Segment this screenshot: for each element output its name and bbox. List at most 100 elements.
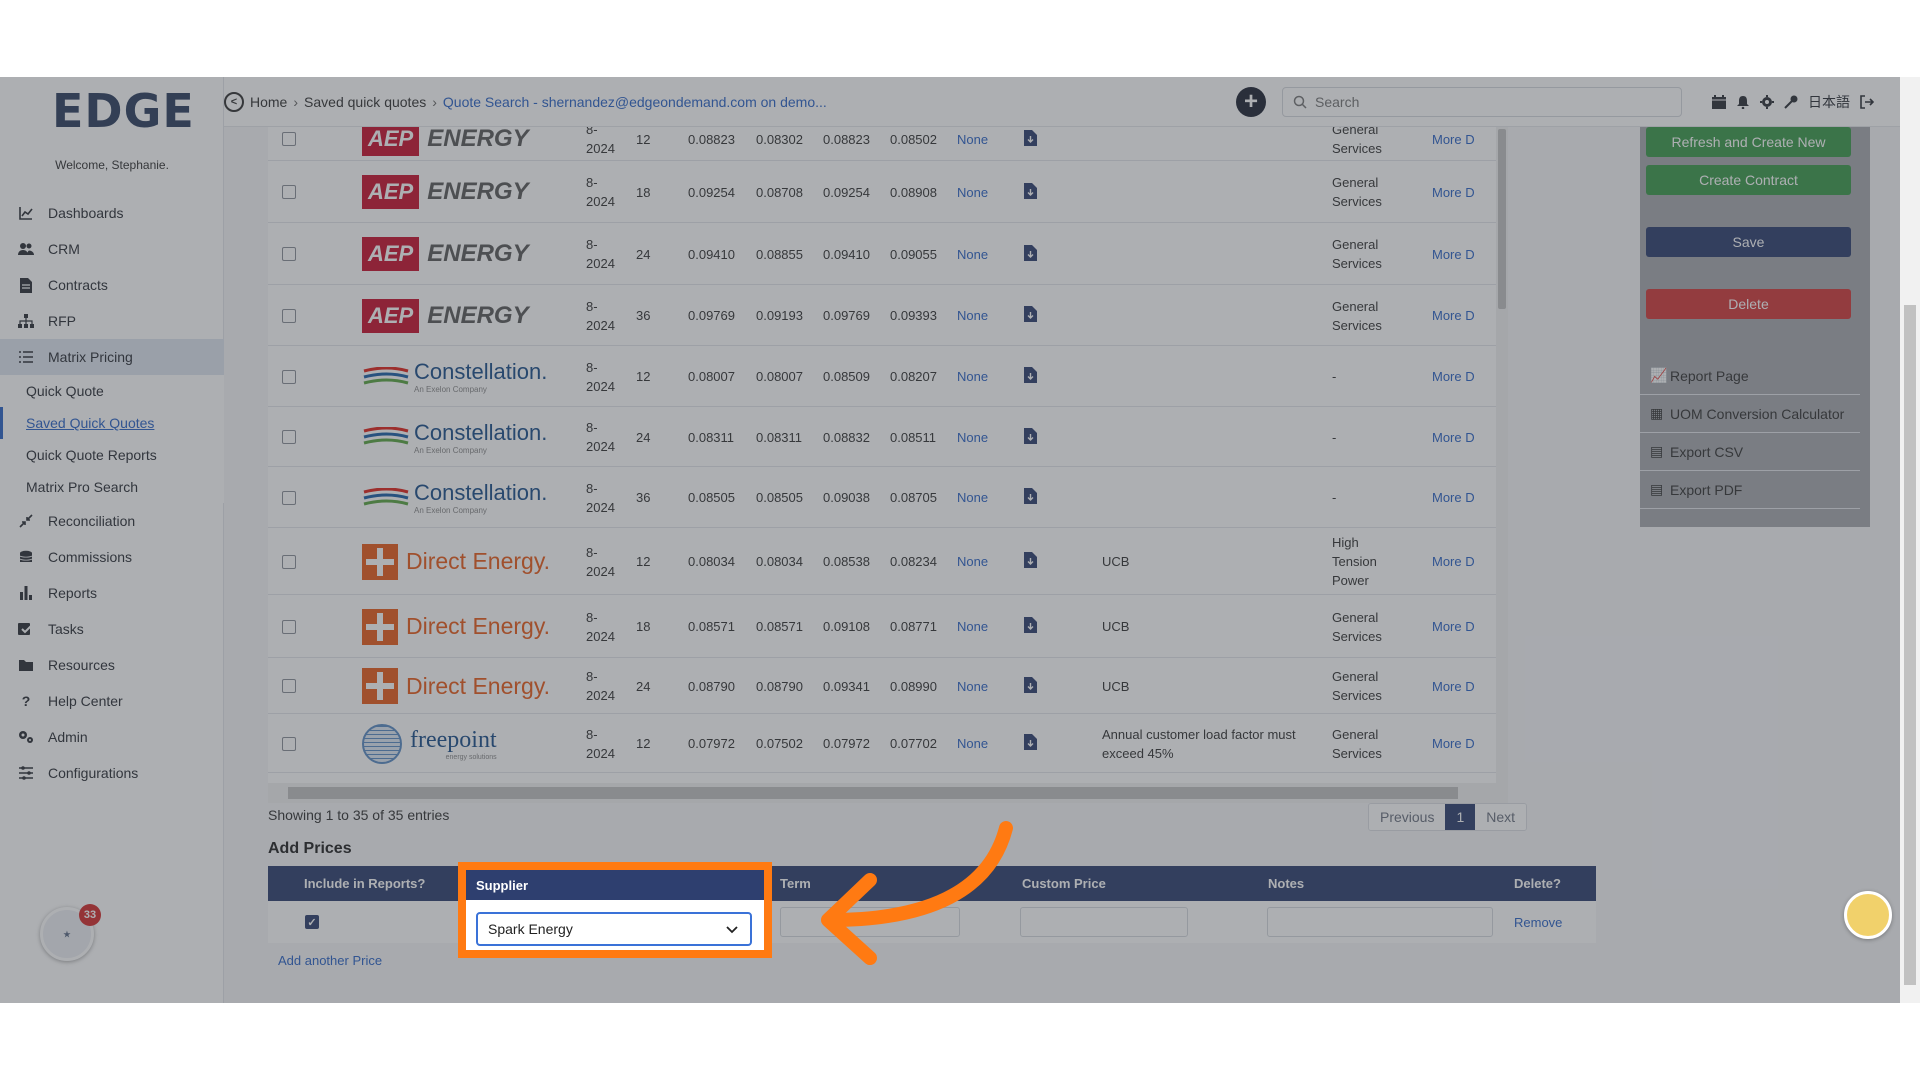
document-cell[interactable] xyxy=(1024,528,1037,595)
document-download-icon[interactable] xyxy=(1024,367,1037,386)
document-cell[interactable] xyxy=(1024,714,1037,773)
row-select-cell[interactable] xyxy=(282,467,296,528)
more-details-link[interactable]: More D xyxy=(1432,595,1475,658)
none-link[interactable]: None xyxy=(957,407,988,467)
more-details-link[interactable]: More D xyxy=(1432,346,1475,407)
none-link[interactable]: None xyxy=(957,127,988,161)
breadcrumb-saved-quick-quotes[interactable]: Saved quick quotes xyxy=(304,94,426,110)
row-select-cell[interactable] xyxy=(282,223,296,285)
pagination-page-1[interactable]: 1 xyxy=(1445,804,1476,830)
bell-icon[interactable] xyxy=(1736,95,1750,109)
include-in-reports-checkbox[interactable]: ✓ xyxy=(305,915,319,929)
row-select-cell[interactable] xyxy=(282,127,296,161)
language-switch[interactable]: 日本語 xyxy=(1808,92,1850,112)
key-icon[interactable] xyxy=(1784,95,1798,109)
add-another-price-link[interactable]: Add another Price xyxy=(278,953,382,968)
row-checkbox[interactable] xyxy=(282,736,296,751)
sidebar-sub-quick-quote-reports[interactable]: Quick Quote Reports xyxy=(0,439,224,471)
row-checkbox[interactable] xyxy=(282,132,296,146)
row-checkbox[interactable] xyxy=(282,430,296,444)
notes-input[interactable] xyxy=(1267,907,1493,937)
sidebar-item-resources[interactable]: Resources xyxy=(0,647,224,683)
scrollbar-thumb[interactable] xyxy=(1498,129,1506,309)
document-cell[interactable] xyxy=(1024,223,1037,285)
more-details-link[interactable]: More D xyxy=(1432,658,1475,714)
row-checkbox[interactable] xyxy=(282,247,296,261)
sidebar-item-matrix-pricing[interactable]: Matrix Pricing xyxy=(0,339,224,375)
more-details-link[interactable]: More D xyxy=(1432,528,1475,595)
sidebar-sub-saved-quick-quotes[interactable]: Saved Quick Quotes xyxy=(0,407,224,439)
scrollbar-thumb[interactable] xyxy=(288,787,1458,799)
none-link[interactable]: None xyxy=(957,714,988,773)
none-link[interactable]: None xyxy=(957,223,988,285)
more-details-link[interactable]: More D xyxy=(1432,285,1475,346)
sidebar-item-reports[interactable]: Reports xyxy=(0,575,224,611)
edge-logo[interactable]: EDGE xyxy=(52,88,194,134)
sidebar-item-tasks[interactable]: Tasks xyxy=(0,611,224,647)
document-download-icon[interactable] xyxy=(1024,244,1037,264)
sidebar-item-commissions[interactable]: Commissions xyxy=(0,539,224,575)
table-vertical-scrollbar[interactable] xyxy=(1496,127,1508,783)
global-search[interactable] xyxy=(1282,87,1682,117)
document-download-icon[interactable] xyxy=(1024,182,1037,202)
none-link[interactable]: None xyxy=(957,595,988,658)
more-details-link[interactable]: More D xyxy=(1432,223,1475,285)
sidebar-item-dashboards[interactable]: Dashboards xyxy=(0,195,224,231)
sidebar-sub-quick-quote[interactable]: Quick Quote xyxy=(0,375,224,407)
table-horizontal-scrollbar[interactable] xyxy=(268,783,1508,803)
row-checkbox[interactable] xyxy=(282,185,296,199)
none-link[interactable]: None xyxy=(957,285,988,346)
document-download-icon[interactable] xyxy=(1024,129,1037,149)
more-details-link[interactable]: More D xyxy=(1432,407,1475,467)
row-select-cell[interactable] xyxy=(282,595,296,658)
sidebar-item-crm[interactable]: CRM xyxy=(0,231,224,267)
document-download-icon[interactable] xyxy=(1024,488,1037,507)
chat-assistant-avatar[interactable] xyxy=(1844,891,1892,939)
document-download-icon[interactable] xyxy=(1024,427,1037,447)
back-circle-icon[interactable]: < xyxy=(224,92,244,112)
document-download-icon[interactable] xyxy=(1024,676,1037,696)
more-details-link[interactable]: More D xyxy=(1432,467,1475,528)
breadcrumb-home[interactable]: Home xyxy=(250,94,287,110)
sidebar-item-help-center[interactable]: ? Help Center xyxy=(0,683,224,719)
none-link[interactable]: None xyxy=(957,161,988,223)
none-link[interactable]: None xyxy=(957,658,988,714)
pagination-previous[interactable]: Previous xyxy=(1369,804,1446,830)
row-select-cell[interactable] xyxy=(282,161,296,223)
sidebar-item-reconciliation[interactable]: Reconciliation xyxy=(0,503,224,539)
more-details-link[interactable]: More D xyxy=(1432,127,1475,161)
more-details-link[interactable]: More D xyxy=(1432,714,1475,773)
pagination-next[interactable]: Next xyxy=(1475,804,1527,830)
gear-icon[interactable] xyxy=(1760,95,1774,109)
supplier-select[interactable]: Spark Energy xyxy=(476,912,752,946)
scrollbar-thumb[interactable] xyxy=(1904,305,1916,985)
more-details-link[interactable]: More D xyxy=(1432,161,1475,223)
document-cell[interactable] xyxy=(1024,467,1037,528)
row-select-cell[interactable] xyxy=(282,346,296,407)
sidebar-item-rfp[interactable]: RFP xyxy=(0,303,224,339)
sidebar-item-contracts[interactable]: Contracts xyxy=(0,267,224,303)
logout-icon[interactable] xyxy=(1860,95,1874,109)
document-download-icon[interactable] xyxy=(1024,306,1037,325)
remove-link[interactable]: Remove xyxy=(1514,915,1562,930)
search-input[interactable] xyxy=(1315,94,1675,110)
document-download-icon[interactable] xyxy=(1024,617,1037,636)
row-checkbox[interactable] xyxy=(282,369,296,384)
document-cell[interactable] xyxy=(1024,595,1037,658)
add-new-button[interactable]: + xyxy=(1236,87,1266,117)
sidebar-sub-matrix-pro-search[interactable]: Matrix Pro Search xyxy=(0,471,224,503)
breadcrumb-quote-search[interactable]: Quote Search - shernandez@edgeondemand.c… xyxy=(443,94,827,110)
row-checkbox[interactable] xyxy=(282,490,296,505)
row-checkbox[interactable] xyxy=(282,308,296,323)
row-select-cell[interactable] xyxy=(282,714,296,773)
row-checkbox[interactable] xyxy=(282,679,296,693)
document-download-icon[interactable] xyxy=(1024,552,1037,571)
none-link[interactable]: None xyxy=(957,528,988,595)
sidebar-item-admin[interactable]: Admin xyxy=(0,719,224,755)
sidebar-item-configurations[interactable]: Configurations xyxy=(0,755,224,791)
row-select-cell[interactable] xyxy=(282,407,296,467)
document-cell[interactable] xyxy=(1024,407,1037,467)
document-cell[interactable] xyxy=(1024,161,1037,223)
document-cell[interactable] xyxy=(1024,127,1037,161)
document-cell[interactable] xyxy=(1024,658,1037,714)
